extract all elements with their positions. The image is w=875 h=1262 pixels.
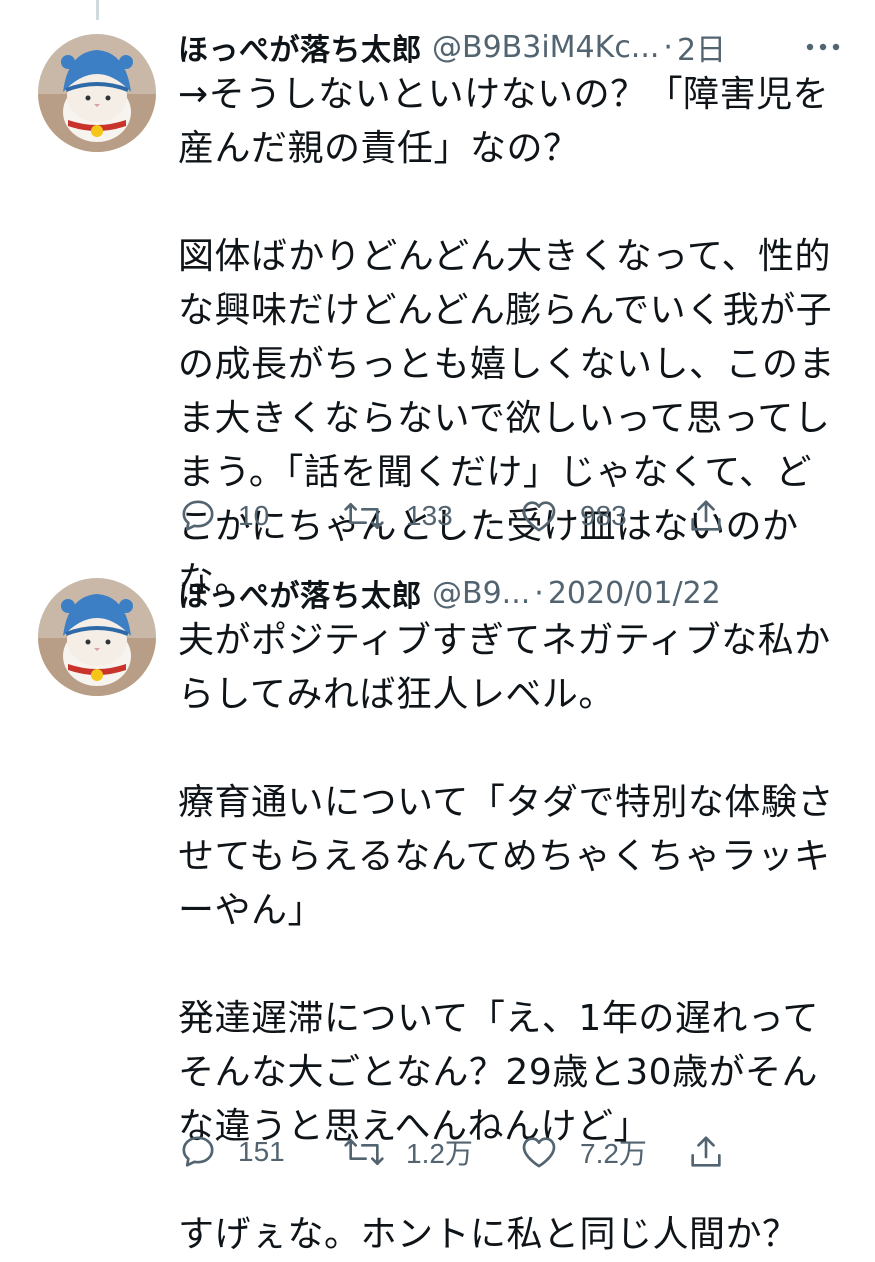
speech-bubble-icon bbox=[182, 500, 214, 531]
avatar[interactable] bbox=[38, 578, 156, 696]
like-count: 983 bbox=[580, 500, 627, 531]
avatar[interactable] bbox=[38, 34, 156, 152]
retweet-arrows-icon bbox=[344, 503, 384, 529]
like-button[interactable]: 7.2万 bbox=[518, 1130, 647, 1174]
speech-bubble-icon bbox=[182, 1136, 214, 1167]
share-upload-icon bbox=[691, 1136, 721, 1167]
like-button[interactable]: 983 bbox=[518, 494, 627, 538]
display-name[interactable]: ほっぺが落ち太郎 bbox=[178, 26, 422, 68]
share-upload-icon bbox=[691, 500, 721, 531]
retweet-count: 133 bbox=[406, 500, 453, 531]
thread-connector-line bbox=[96, 0, 99, 20]
display-name[interactable]: ほっぺが落ち太郎 bbox=[178, 572, 422, 614]
like-count: 7.2万 bbox=[580, 1138, 647, 1169]
timestamp[interactable]: 2020/01/22 bbox=[548, 576, 721, 611]
user-handle[interactable]: @B9B3iM4Kc... bbox=[432, 30, 659, 65]
more-dots-icon[interactable] bbox=[801, 32, 845, 62]
share-button[interactable] bbox=[686, 494, 726, 538]
share-button[interactable] bbox=[686, 1130, 726, 1174]
tweet-actions: 10 133 983 bbox=[178, 494, 738, 538]
heart-outline-icon bbox=[522, 1137, 556, 1168]
reply-count: 10 bbox=[238, 500, 270, 531]
user-handle[interactable]: @B9... bbox=[432, 576, 530, 611]
retweet-arrows-icon bbox=[344, 1139, 384, 1165]
cat-avatar-image bbox=[38, 578, 156, 696]
tweet-actions: 151 1.2万 7.2万 bbox=[178, 1130, 738, 1174]
retweet-count: 1.2万 bbox=[406, 1138, 473, 1169]
tweet-header: ほっぺが落ち太郎 @B9B3iM4Kc... · 2日 bbox=[178, 26, 845, 68]
heart-outline-icon bbox=[522, 501, 556, 532]
separator-dot: · bbox=[534, 575, 544, 611]
timestamp[interactable]: 2日 bbox=[677, 26, 726, 68]
retweet-button[interactable]: 133 bbox=[342, 494, 453, 538]
cat-avatar-image bbox=[38, 34, 156, 152]
reply-button[interactable]: 151 bbox=[178, 1130, 285, 1174]
separator-dot: · bbox=[663, 29, 673, 65]
tweet-header: ほっぺが落ち太郎 @B9... · 2020/01/22 bbox=[178, 572, 845, 615]
reply-count: 151 bbox=[238, 1136, 285, 1167]
retweet-button[interactable]: 1.2万 bbox=[342, 1130, 473, 1174]
reply-button[interactable]: 10 bbox=[178, 494, 269, 538]
